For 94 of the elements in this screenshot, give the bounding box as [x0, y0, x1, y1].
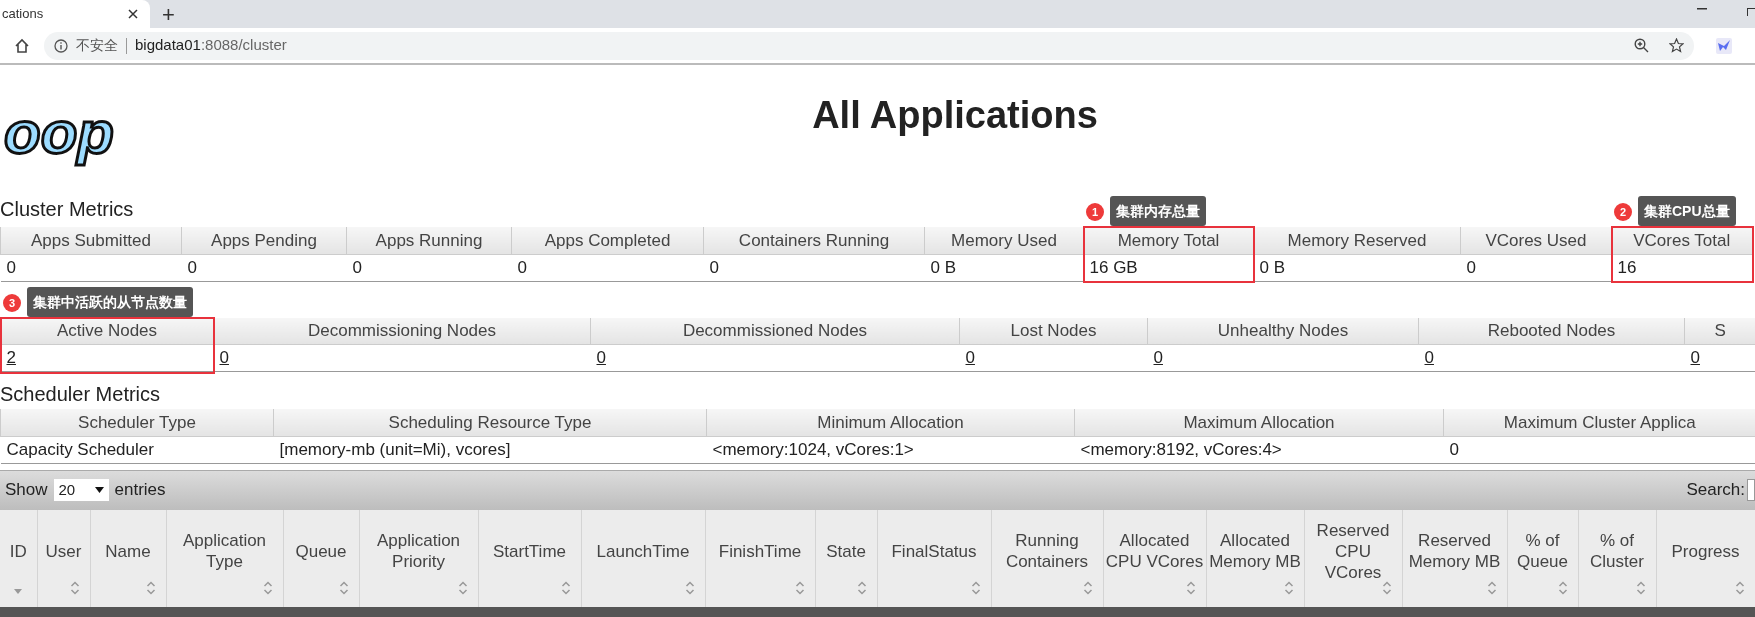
browser-tab[interactable]: cations	[0, 0, 150, 28]
column-header: Active Nodes	[56, 321, 158, 340]
column-header: Maximum Allocation	[1183, 412, 1335, 432]
column-header: Memory Used	[951, 230, 1057, 250]
sort-icon[interactable]	[1486, 580, 1497, 595]
info-icon[interactable]	[54, 38, 68, 53]
callout-number: 2	[1614, 203, 1632, 221]
entries-label: entries	[114, 479, 166, 502]
column-header: Decommissioning Nodes	[308, 321, 496, 340]
table-cell: 0	[709, 257, 719, 277]
security-label: 不安全	[76, 36, 118, 55]
sort-icon[interactable]	[1557, 580, 1568, 595]
table-cell: <memory:1024, vCores:1>	[712, 439, 914, 459]
column-header: Apps Submitted	[31, 230, 151, 250]
page-title: All Applications	[812, 93, 1098, 138]
column-header: Memory Total	[1117, 230, 1220, 250]
table-cell: 0	[1466, 257, 1476, 277]
callout-tooltip: 集群内存总量	[1110, 196, 1206, 226]
callout-tooltip: 集群CPU总量	[1638, 196, 1736, 226]
table-cell: 0 B	[930, 257, 957, 277]
value-link[interactable]: 2	[6, 348, 16, 368]
column-header: Maximum Cluster Applica	[1503, 412, 1696, 432]
home-icon[interactable]	[14, 37, 30, 54]
show-label: Show	[5, 479, 48, 502]
table-cell: 0	[352, 257, 362, 277]
table-cell: Capacity Scheduler	[6, 439, 154, 459]
table-cell: 0 B	[1259, 257, 1286, 277]
column-header: Apps Completed	[544, 230, 671, 250]
sort-icon[interactable]	[1381, 580, 1392, 595]
callout-number: 3	[3, 293, 21, 312]
tab-title: cations	[2, 5, 44, 24]
value-link[interactable]: 0	[219, 348, 229, 368]
callout-number: 1	[1086, 203, 1104, 221]
sort-icon[interactable]	[262, 580, 273, 595]
search-label: Search:	[1686, 479, 1745, 502]
column-header: VCores Total	[1633, 230, 1731, 250]
sort-icon[interactable]	[457, 580, 468, 595]
sort-icon[interactable]	[856, 580, 867, 595]
logo: oop	[3, 101, 115, 165]
search-field[interactable]	[1747, 479, 1755, 501]
value-link[interactable]: 0	[596, 348, 606, 368]
sort-icon[interactable]	[560, 580, 571, 595]
column-header: VCores Used	[1485, 230, 1587, 250]
sort-icon[interactable]	[1082, 580, 1093, 595]
zoom-icon[interactable]	[1634, 38, 1649, 53]
sort-icon[interactable]	[69, 580, 80, 595]
column-header: S	[1714, 321, 1726, 340]
sort-icon[interactable]	[145, 580, 156, 595]
table-cell: 0	[1449, 439, 1459, 459]
sort-desc-icon[interactable]	[13, 588, 23, 595]
close-icon[interactable]	[128, 9, 138, 19]
callout-tooltip: 集群中活跃的从节点数量	[27, 286, 193, 317]
table-cell: <memory:8192, vCores:4>	[1080, 439, 1282, 459]
column-header: Rebooted Nodes	[1487, 321, 1616, 340]
sort-icon[interactable]	[794, 580, 805, 595]
sort-icon[interactable]	[1283, 580, 1294, 595]
dropdown-arrow-icon	[94, 487, 104, 493]
sort-icon[interactable]	[684, 580, 695, 595]
star-icon[interactable]	[1669, 38, 1684, 53]
column-header: Apps Pending	[211, 230, 317, 250]
value-link[interactable]: 0	[1690, 348, 1700, 368]
value-link[interactable]: 0	[1153, 348, 1163, 368]
sort-icon[interactable]	[970, 580, 981, 595]
column-header: Decommissioned Nodes	[682, 321, 868, 340]
column-header: Lost Nodes	[1010, 321, 1097, 340]
column-header: Unhealthy Nodes	[1217, 321, 1349, 340]
column-header: Scheduling Resource Type	[388, 412, 592, 432]
section-title: Scheduler Metrics	[0, 383, 161, 405]
new-tab-button[interactable]: +	[162, 2, 175, 28]
table-cell: 0	[517, 257, 527, 277]
sort-icon[interactable]	[1734, 580, 1745, 595]
page-size-select[interactable]: 20	[53, 479, 109, 501]
column-header: Minimum Allocation	[817, 412, 964, 432]
address-bar[interactable]: 不安全 bigdata01:8088/cluster	[44, 31, 1694, 60]
sort-icon[interactable]	[338, 580, 349, 595]
table-cell: 0	[6, 257, 16, 277]
bird-icon[interactable]	[1716, 37, 1732, 54]
column-header: Apps Running	[375, 230, 483, 250]
url-text: bigdata01:8088/cluster	[135, 35, 287, 56]
table-cell: 16 GB	[1089, 257, 1138, 277]
column-header[interactable]: ID	[9, 541, 27, 576]
minimize-icon[interactable]	[1697, 8, 1707, 10]
column-header: Containers Running	[738, 230, 890, 250]
section-title: Cluster Metrics	[0, 198, 134, 220]
sort-icon[interactable]	[1635, 580, 1646, 595]
table-cell: 16	[1617, 257, 1637, 277]
column-header: Memory Reserved	[1287, 230, 1427, 250]
table-cell: [memory-mb (unit=Mi), vcores]	[279, 439, 511, 459]
value-link[interactable]: 0	[1424, 348, 1434, 368]
restore-icon[interactable]	[1747, 6, 1755, 16]
column-header: Scheduler Type	[78, 412, 196, 432]
value-link[interactable]: 0	[965, 348, 975, 368]
sort-icon[interactable]	[1185, 580, 1196, 595]
table-cell: 0	[187, 257, 197, 277]
